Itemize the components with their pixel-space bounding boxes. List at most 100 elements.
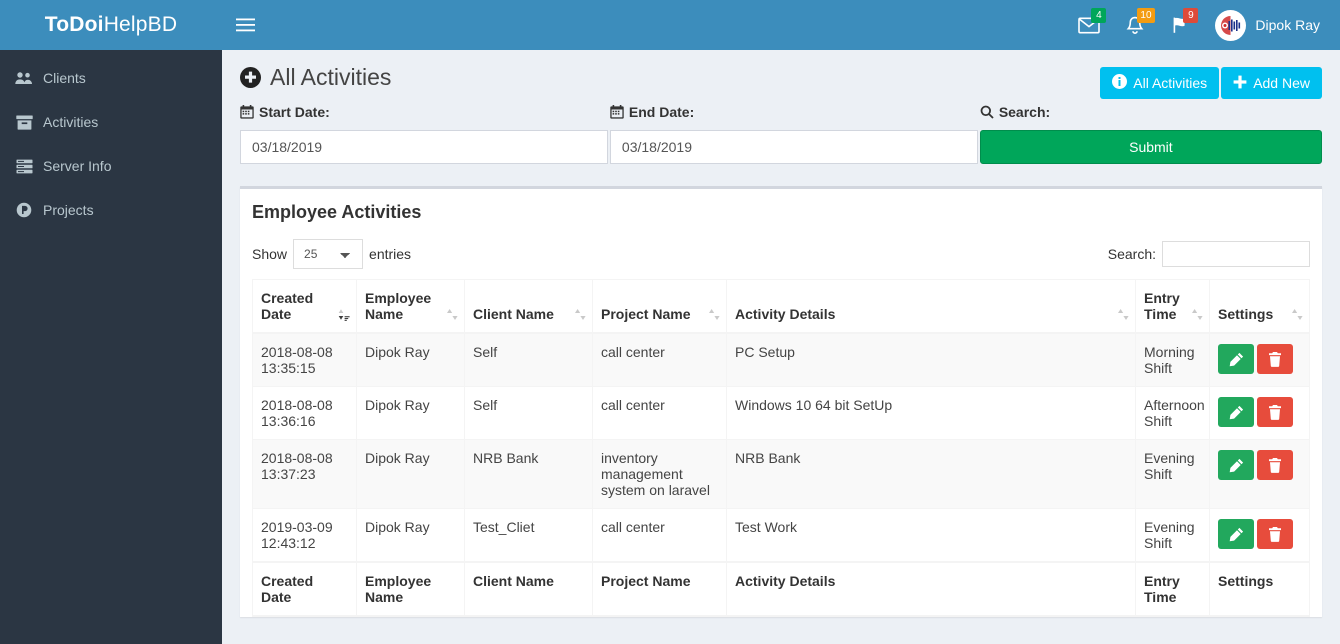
cell-client-name: NRB Bank [464, 439, 593, 509]
trash-icon [1268, 526, 1282, 542]
plus-icon [1233, 75, 1247, 92]
th-entry-time[interactable]: Entry Time [1135, 279, 1210, 334]
hamburger-icon [235, 18, 255, 32]
sidebar-item-label: Activities [43, 114, 99, 130]
th-settings[interactable]: Settings [1209, 279, 1310, 334]
search-label: Search: [980, 103, 1322, 121]
trash-icon [1268, 404, 1282, 420]
user-menu[interactable]: Dipok Ray [1205, 0, 1326, 50]
th-label: Activity Details [735, 306, 836, 322]
add-new-button-label: Add New [1253, 75, 1310, 91]
cell-project-name: inventory management system on laravel [592, 439, 727, 509]
tf-created-date: Created Date [252, 561, 357, 617]
cell-activity-details: PC Setup [726, 332, 1136, 387]
server-icon [14, 158, 34, 174]
content-header: All Activities All Activities Add New [222, 50, 1340, 99]
info-circle-icon [1112, 74, 1128, 92]
sidebar-item-label: Clients [43, 70, 86, 86]
sidebar-item-projects[interactable]: Projects [0, 188, 222, 232]
box-header: Employee Activities [240, 189, 1322, 229]
cell-settings [1209, 332, 1310, 387]
sidebar-item-label: Projects [43, 202, 94, 218]
table-foot: Created Date Employee Name Client Name P… [252, 561, 1310, 617]
th-client-name[interactable]: Client Name [464, 279, 593, 334]
th-label: Entry Time [1144, 290, 1180, 322]
th-employee-name[interactable]: Employee Name [356, 279, 465, 334]
search-submit-group: Search: Submit [979, 103, 1322, 164]
table-row: 2018-08-08 13:35:15 Dipok Ray Self call cen… [252, 332, 1310, 387]
sidebar-toggle-button[interactable] [222, 0, 268, 50]
notifications-button[interactable]: 10 [1113, 0, 1157, 50]
th-created-date[interactable]: Created Date [252, 279, 357, 334]
all-activities-button[interactable]: All Activities [1100, 67, 1220, 99]
tf-entry-time: Entry Time [1135, 561, 1210, 617]
table-body: 2018-08-08 13:35:15 Dipok Ray Self call cen… [252, 332, 1310, 563]
table-head: Created Date Employee Name Client Name P… [252, 279, 1310, 334]
sidebar-item-clients[interactable]: Clients [0, 56, 222, 100]
tasks-badge: 9 [1183, 8, 1199, 23]
sidebar-item-server-info[interactable]: Server Info [0, 144, 222, 188]
table-header-row: Created Date Employee Name Client Name P… [252, 279, 1310, 334]
cell-settings [1209, 439, 1310, 509]
sidebar: ToDoi HelpBD Clients Activities Server I… [0, 0, 222, 644]
table-row: 2019-03-09 12:43:12 Dipok Ray Test_Cliet ca… [252, 508, 1310, 563]
employee-activities-box: Employee Activities Show 102550100 entri… [240, 186, 1322, 617]
pencil-icon [1229, 352, 1244, 367]
cell-entry-time: Evening Shift [1135, 439, 1210, 509]
end-date-input[interactable] [609, 130, 978, 164]
sort-both-icon [446, 308, 458, 321]
edit-row-button[interactable] [1218, 450, 1254, 480]
table-search-control: Search: [1108, 241, 1310, 267]
brand-light: HelpBD [103, 13, 178, 36]
tasks-button[interactable]: 9 [1159, 0, 1203, 50]
page-action-buttons: All Activities Add New [1100, 67, 1322, 99]
entries-select[interactable]: 102550100 [293, 239, 364, 269]
cell-settings [1209, 386, 1310, 440]
start-date-label-text: Start Date: [259, 104, 330, 120]
table-row: 2018-08-08 13:36:16 Dipok Ray Self call cen… [252, 386, 1310, 440]
sidebar-item-activities[interactable]: Activities [0, 100, 222, 144]
sort-both-icon [1291, 308, 1303, 321]
table-search-input[interactable] [1162, 241, 1310, 267]
th-project-name[interactable]: Project Name [592, 279, 727, 334]
messages-button[interactable]: 4 [1067, 0, 1111, 50]
edit-row-button[interactable] [1218, 344, 1254, 374]
end-date-label-text: End Date: [628, 104, 695, 120]
tf-activity-details: Activity Details [726, 561, 1136, 617]
calendar-icon [610, 105, 624, 119]
sidebar-nav: Clients Activities Server Info Projects [0, 50, 222, 232]
brand-logo[interactable]: ToDoi HelpBD [0, 0, 222, 50]
table-row: 2018-08-08 13:37:23 Dipok Ray NRB Bank inve… [252, 439, 1310, 509]
cell-project-name: call center [592, 508, 727, 563]
th-label: Client Name [473, 306, 554, 322]
messages-badge: 4 [1091, 8, 1107, 23]
edit-row-button[interactable] [1218, 397, 1254, 427]
trash-icon [1268, 351, 1282, 367]
cell-client-name: Test_Cliet [464, 508, 593, 563]
show-label: Show [252, 246, 288, 262]
delete-row-button[interactable] [1257, 397, 1293, 427]
entries-label: entries [369, 246, 412, 262]
edit-row-button[interactable] [1218, 519, 1254, 549]
delete-row-button[interactable] [1257, 450, 1293, 480]
delete-row-button[interactable] [1257, 519, 1293, 549]
th-label: Project Name [601, 306, 691, 322]
end-date-group: End Date: [609, 103, 978, 164]
th-activity-details[interactable]: Activity Details [726, 279, 1136, 334]
cell-activity-details: NRB Bank [726, 439, 1136, 509]
cell-employee-name: Dipok Ray [356, 332, 465, 387]
cell-employee-name: Dipok Ray [356, 439, 465, 509]
delete-row-button[interactable] [1257, 344, 1293, 374]
pencil-icon [1229, 405, 1244, 420]
filter-bar: Start Date: 03/18/2019 End Date: 03/18/2… [222, 95, 1340, 186]
box-title: Employee Activities [252, 202, 422, 222]
page-length-control: Show 102550100 entries [252, 239, 411, 269]
cell-employee-name: Dipok Ray [356, 386, 465, 440]
sort-both-icon [574, 308, 586, 321]
cell-created-date: 2019-03-09 12:43:12 [252, 508, 357, 563]
start-date-input[interactable] [240, 130, 608, 164]
content-area: All Activities All Activities Add New St… [222, 50, 1340, 644]
app-root: ToDoi HelpBD Clients Activities Server I… [0, 0, 1340, 644]
add-new-button[interactable]: Add New [1221, 67, 1322, 99]
submit-button[interactable]: Submit [979, 130, 1322, 164]
